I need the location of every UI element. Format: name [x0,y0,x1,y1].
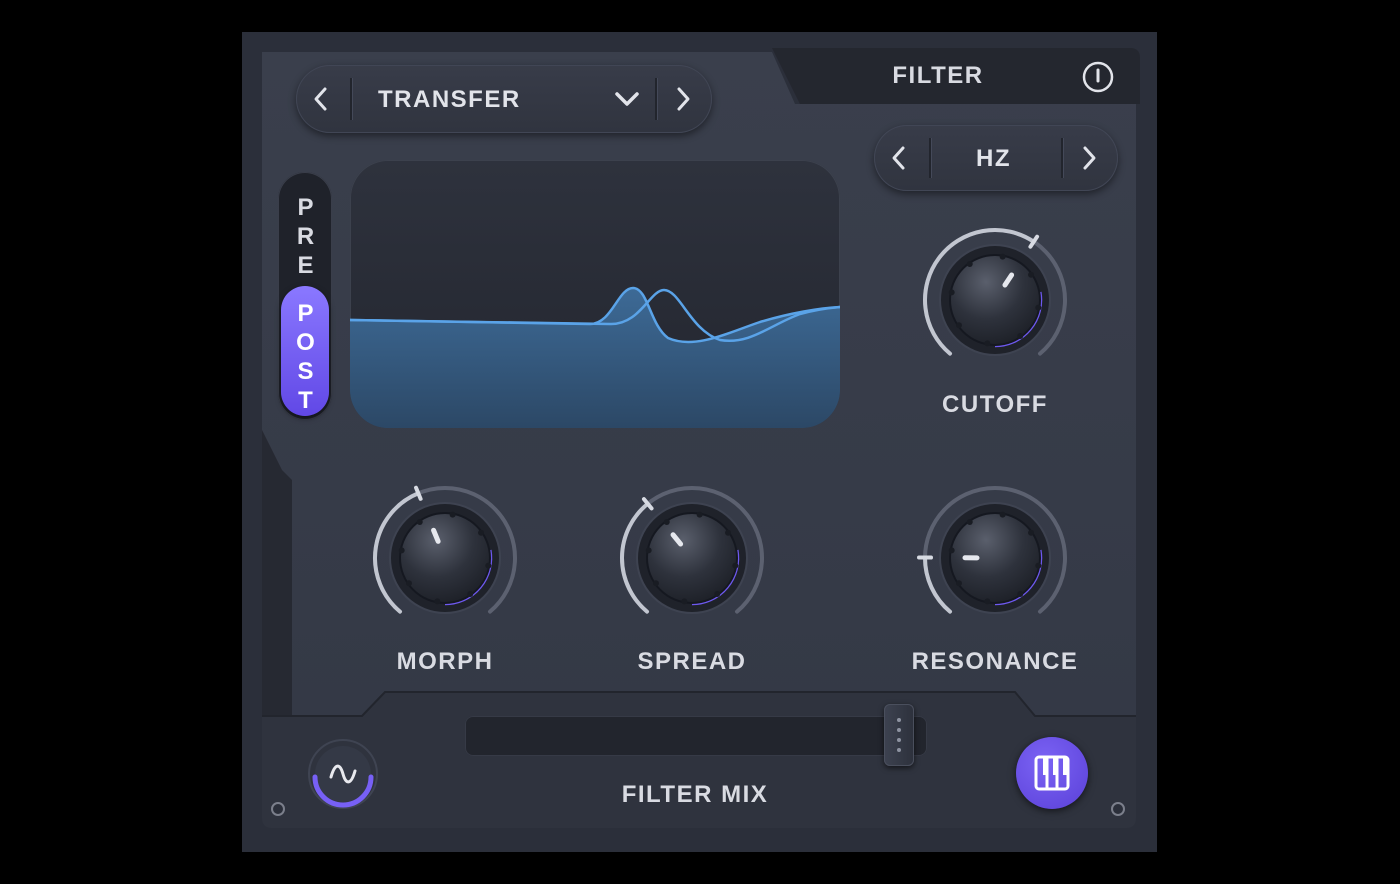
corner-screw-left [271,802,285,816]
knob-grip [681,598,688,605]
preset-name[interactable]: TRANSFER [378,86,521,114]
preset-separator-right [655,78,657,120]
knob-grip [999,253,1006,260]
preset-prev-button[interactable] [308,84,334,114]
knob-grip [955,580,962,587]
knob-grip [725,529,732,536]
unit-prev-button[interactable] [886,143,912,173]
knob-grip [1017,591,1024,598]
knob-grip [948,547,955,554]
cutoff-knob[interactable] [917,222,1073,378]
knob-grip [1017,333,1024,340]
knob-grip [948,289,955,296]
knob-grip [1028,271,1035,278]
chevron-right-icon [677,87,690,111]
knob-cap [646,512,738,604]
unit-separator-right [1061,138,1063,178]
knob-grip [966,518,973,525]
knob-grip [1028,529,1035,536]
knob-grip [405,580,412,587]
spread-label: SPREAD [637,648,747,675]
cutoff-label: CUTOFF [942,391,1048,418]
filter-mix-handle[interactable] [884,704,915,766]
knob-grip [714,591,721,598]
knob-grip [485,562,492,569]
knob-grip [467,591,474,598]
preset-next-button[interactable] [670,84,696,114]
pre-option[interactable]: PRE [278,182,332,282]
filter-mix-label: FILTER MIX [621,781,769,808]
spread-knob[interactable] [614,480,770,636]
section-title: FILTER [892,62,984,89]
knob-grip [966,260,973,267]
preset-dropdown-button[interactable] [612,86,642,112]
chevron-down-icon [615,92,639,106]
piano-keys-icon [1034,755,1070,791]
filter-response-display [350,160,840,428]
keyboard-tracking-button[interactable] [1016,737,1088,809]
knob-value-tick [414,485,423,501]
chevron-left-icon [314,87,327,111]
morph-knob[interactable] [367,480,523,636]
post-option[interactable]: POST [281,286,329,416]
knob-grip [1035,562,1042,569]
knob-grip [652,580,659,587]
knob-grip [732,562,739,569]
knob-grip [696,511,703,518]
filter-mix-track[interactable] [465,716,927,756]
chevron-right-icon [1083,146,1096,170]
post-label: POST [292,300,319,416]
knob-grip [416,518,423,525]
unit-separator-left [929,138,931,178]
knob-grip [449,511,456,518]
knob-grip [398,547,405,554]
knob-grip [663,518,670,525]
corner-screw-right [1111,802,1125,816]
chevron-left-icon [892,146,905,170]
knob-cap [949,254,1041,346]
knob-grip [434,598,441,605]
resonance-knob[interactable] [917,480,1073,636]
pre-post-toggle: PRE POST [278,172,332,420]
knob-grip [478,529,485,536]
pre-label: PRE [292,194,319,281]
power-icon[interactable] [1082,61,1114,93]
unit-next-button[interactable] [1076,143,1102,173]
preset-separator-left [350,78,352,120]
resonance-label: RESONANCE [911,648,1079,675]
response-fill [350,288,840,428]
knob-grip [955,322,962,329]
knob-grip [1035,304,1042,311]
morph-label: MORPH [396,648,494,675]
knob-grip [645,547,652,554]
knob-grip [984,598,991,605]
lfo-button[interactable] [304,735,382,813]
knob-cap [399,512,491,604]
unit-value: HZ [976,145,1011,172]
knob-grip [999,511,1006,518]
knob-grip [984,340,991,347]
